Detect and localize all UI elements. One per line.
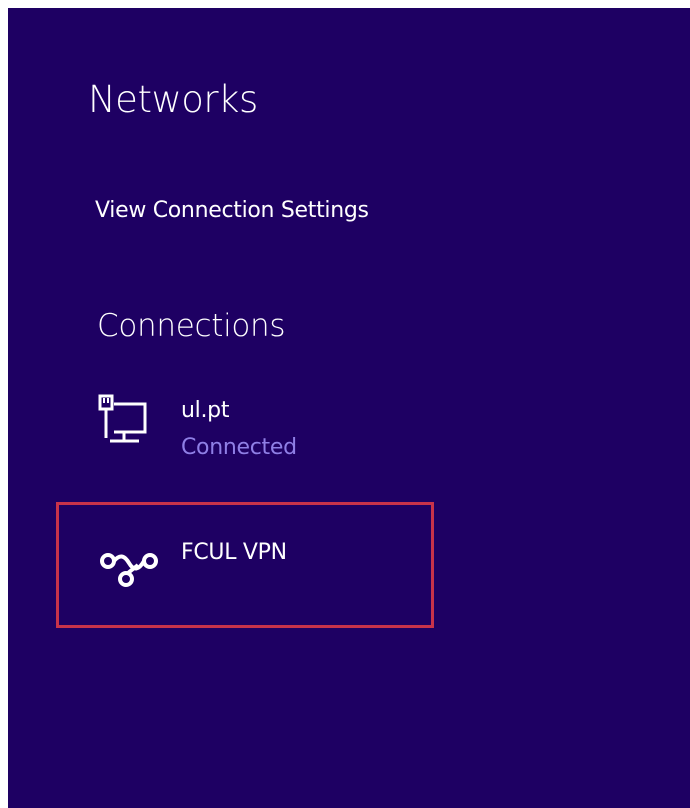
ethernet-icon [97,394,149,458]
connection-name: FCUL VPN [181,540,287,565]
connections-heading: Connections [97,308,286,344]
connection-name: ul.pt [181,398,230,423]
vpn-icon [98,549,162,593]
connection-item-ulpt[interactable]: ul.pt Connected [88,393,428,473]
connection-status: Connected [181,435,297,460]
connection-item-fcul-vpn[interactable]: FCUL VPN [56,502,434,628]
page-title: Networks [88,78,258,121]
view-connection-settings-link[interactable]: View Connection Settings [95,198,369,223]
networks-pane: Networks View Connection Settings Connec… [8,8,690,808]
